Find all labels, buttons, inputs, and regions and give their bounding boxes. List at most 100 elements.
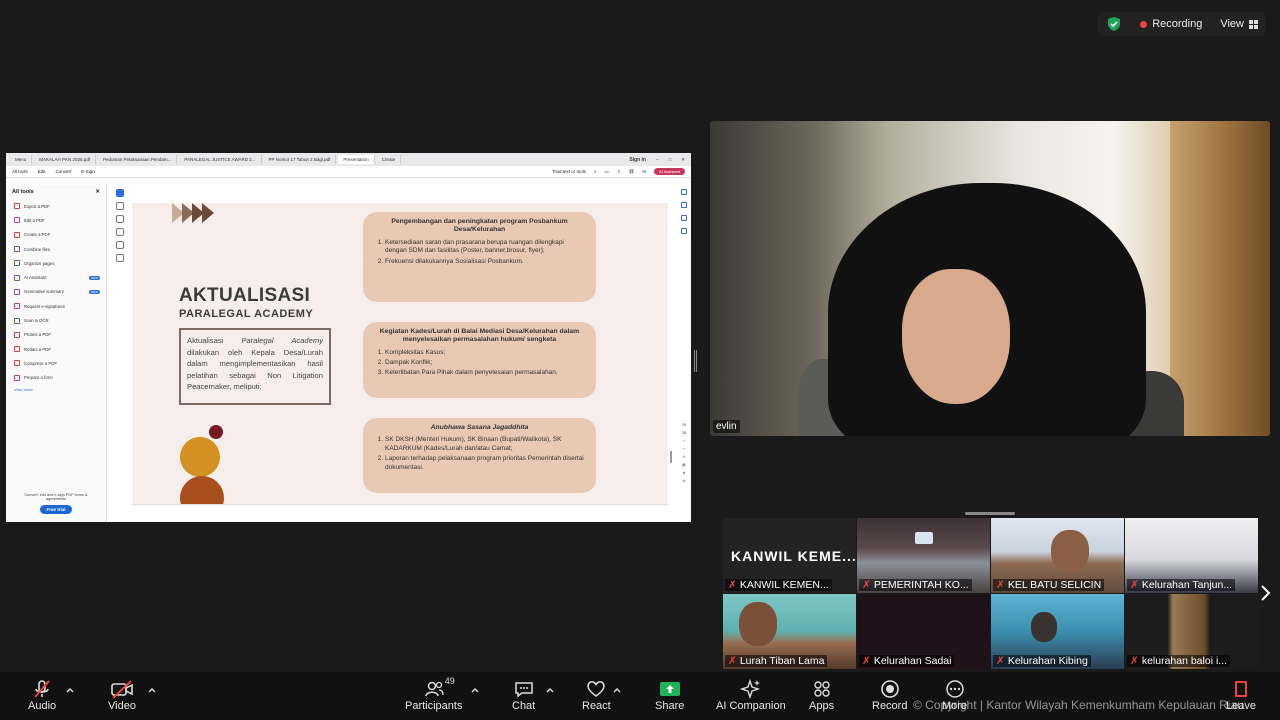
tool-item[interactable]: Generative summary NEW (6, 285, 106, 299)
video-button[interactable]: Video (108, 678, 136, 712)
apps-button[interactable]: Apps (809, 678, 834, 712)
page-up-icon[interactable]: ˄ (683, 439, 685, 443)
participant-tile[interactable]: ✗ Kelurahan Kibing (991, 594, 1124, 669)
participant-name: kelurahan baloi i... (1141, 655, 1228, 667)
pen-tool-icon[interactable] (116, 215, 124, 223)
tool-item[interactable]: Edit a PDF (6, 213, 106, 227)
ai-companion-button[interactable]: AI Companion (716, 678, 786, 712)
browser-menu[interactable]: Menu (10, 155, 33, 164)
browser-tab[interactable]: PP Nomor 17 Tahun 2 Bagi.pdf (264, 155, 337, 164)
tool-icon (14, 274, 20, 281)
participant-tile[interactable]: ✗ PEMERINTAH KO... (857, 518, 990, 593)
select-tool-icon[interactable] (116, 189, 124, 197)
menu-all-tools[interactable]: All tools (12, 169, 28, 174)
menu-edit[interactable]: Edit (38, 169, 46, 174)
zoom-out-icon[interactable]: ⊖ (682, 479, 685, 483)
tool-item[interactable]: Redact a PDF (6, 342, 106, 356)
stamp-tool-icon[interactable] (116, 254, 124, 262)
text-tool-icon[interactable] (116, 241, 124, 249)
current-page-number[interactable]: 29 (682, 423, 686, 427)
page-bottom-line (132, 504, 668, 505)
participant-tile[interactable]: ✗ Kelurahan Sadai (857, 594, 990, 669)
audio-options-chevron-icon[interactable] (66, 686, 74, 694)
participants-options-chevron-icon[interactable] (471, 686, 479, 694)
participant-tile[interactable]: ✗ Lurah Tiban Lama (723, 594, 856, 669)
record-button[interactable]: Record (872, 678, 907, 712)
browser-tab[interactable]: MAKALAH PKN 2025.pdf (34, 155, 97, 164)
participant-tile[interactable]: ✗ Kelurahan Tanjun... (1125, 518, 1258, 593)
bookmark-icon[interactable] (681, 202, 687, 208)
chat-options-chevron-icon[interactable] (546, 686, 554, 694)
view-button[interactable]: View (1220, 18, 1258, 30)
layers-icon[interactable] (681, 228, 687, 234)
page-down-icon[interactable]: ˅ (683, 447, 685, 451)
tool-item[interactable]: AI Assistant NEW (6, 270, 106, 284)
muted-mic-icon: ✗ (862, 655, 871, 667)
participant-tile[interactable]: ✗ kelurahan baloi i... (1125, 594, 1258, 669)
free-trial-button[interactable]: Free trial (40, 505, 72, 514)
react-button[interactable]: React (582, 678, 611, 712)
chat-button[interactable]: Chat (512, 678, 535, 712)
share-label: Share (655, 700, 685, 712)
gallery-resize-grip[interactable] (965, 512, 1015, 515)
comment-icon[interactable] (681, 189, 687, 195)
zoom-tool-icon[interactable] (116, 202, 124, 210)
search-icon[interactable]: ⌕ (594, 169, 597, 174)
new-tab-button[interactable]: Create (377, 155, 402, 164)
print-icon[interactable]: ▭ (605, 169, 609, 175)
shared-screen[interactable]: Menu MAKALAH PKN 2025.pdf Pedoman Pelaks… (6, 153, 691, 522)
participant-name: KEL BATU SELICIN (1007, 579, 1102, 591)
link-icon[interactable]: ⛓ (629, 169, 635, 175)
browser-tab[interactable]: PARALEGAL JUSTICE AWARD 2... (179, 155, 262, 164)
react-options-chevron-icon[interactable] (613, 686, 621, 694)
mail-icon[interactable]: ✉ (642, 169, 646, 175)
menu-convert[interactable]: Convert (56, 169, 72, 174)
participant-name: Kelurahan Tanjun... (1141, 579, 1233, 591)
minimize-icon[interactable]: – (656, 157, 659, 162)
gallery-next-page-icon[interactable] (1258, 582, 1274, 604)
zoom-in-icon[interactable]: ⊕ (682, 471, 685, 475)
find-text-field[interactable]: Find text or tools (553, 169, 586, 174)
ai-assistant-button[interactable]: AI Assistant (654, 168, 685, 175)
split-view-resize-handle[interactable] (694, 350, 697, 372)
view-more-link[interactable]: View more (6, 385, 106, 394)
tools-panel-header: All tools ✕ (6, 185, 106, 199)
sign-in-link[interactable]: Sign in (629, 157, 646, 163)
muted-mic-icon: ✗ (728, 655, 737, 667)
presentation-slide: AKTUALISASI PARALEGAL ACADEMY Aktualisas… (132, 203, 668, 504)
browser-tab[interactable]: Pedoman Pelaksanaan Pendam... (98, 155, 178, 164)
tool-item[interactable]: Prepare a form (6, 371, 106, 385)
tool-item[interactable]: Compress a PDF (6, 356, 106, 370)
share-icon[interactable]: ⇪ (617, 169, 621, 175)
tool-item[interactable]: Protect a PDF (6, 328, 106, 342)
tool-label: Create a PDF (24, 232, 51, 238)
attachment-icon[interactable] (681, 215, 687, 221)
tool-item[interactable]: Request e-signatures (6, 299, 106, 313)
highlight-tool-icon[interactable] (116, 228, 124, 236)
close-icon[interactable]: ✕ (95, 189, 100, 195)
active-speaker-video[interactable]: evlin (710, 121, 1270, 436)
close-window-icon[interactable]: ✕ (681, 157, 685, 163)
participant-name: Kelurahan Sadai (873, 655, 952, 667)
tool-item[interactable]: Organize pages (6, 256, 106, 270)
tool-item[interactable]: Combine files (6, 242, 106, 256)
tool-item[interactable]: Scan & OCR (6, 313, 106, 327)
save-icon[interactable]: ▤ (682, 463, 685, 467)
tool-item[interactable]: Export a PDF (6, 199, 106, 213)
scrollbar-thumb[interactable] (670, 451, 672, 463)
participants-button[interactable]: 49 Participants (405, 676, 462, 712)
maximize-icon[interactable]: □ (669, 157, 672, 162)
browser-tab-active[interactable]: Presentation (338, 155, 375, 164)
encryption-shield-icon[interactable] (1106, 16, 1122, 32)
recording-indicator[interactable]: Recording (1132, 18, 1210, 30)
video-options-chevron-icon[interactable] (148, 686, 156, 694)
participant-tile[interactable]: ✗ KEL BATU SELICIN (991, 518, 1124, 593)
muted-mic-icon (34, 680, 50, 698)
participant-tile[interactable]: KANWIL KEME... ✗ KANWIL KEMEN... (723, 518, 856, 593)
audio-button[interactable]: Audio (28, 678, 56, 712)
tool-item[interactable]: Create a PDF (6, 228, 106, 242)
share-button[interactable]: Share (655, 678, 684, 712)
card-title: Kegiatan Kades/Lurah di Balai Mediasi De… (379, 328, 580, 344)
menu-esign[interactable]: E-Sign (81, 169, 95, 174)
rotate-icon[interactable]: ↻ (682, 455, 685, 459)
